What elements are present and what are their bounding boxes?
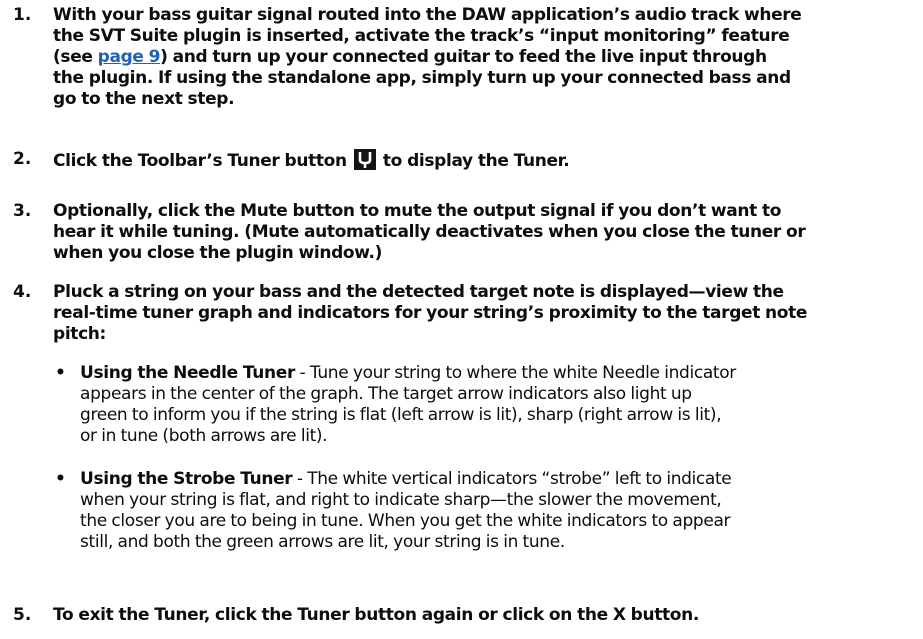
step-number: 5. — [13, 605, 32, 625]
text-line: the plugin. If using the standalone app,… — [53, 68, 791, 88]
text-line: Click the Toolbar’s Tuner button to disp… — [53, 149, 915, 172]
text-fragment: to display the Tuner. — [382, 151, 570, 171]
text-line: when you close the plugin window.) — [53, 243, 383, 263]
text-line: when your string is flat, and right to i… — [80, 490, 722, 510]
text-line: go to the next step. — [53, 89, 235, 109]
text-line: To exit the Tuner, click the Tuner butto… — [53, 605, 699, 625]
text-line: still, and both the green arrows are lit… — [80, 532, 565, 552]
step-number: 2. — [13, 149, 32, 169]
bullet-marker: • — [55, 469, 66, 489]
text-fragment: (see — [53, 47, 98, 67]
step-number: 4. — [13, 282, 32, 302]
bullet-text: Using the Strobe Tuner - The white verti… — [80, 469, 915, 553]
text-line: Using the Strobe Tuner - The white verti… — [80, 469, 915, 490]
text-fragment: - The white vertical indicators “strobe”… — [292, 469, 732, 489]
text-line: pitch: — [53, 324, 107, 344]
text-line: appears in the center of the graph. The … — [80, 384, 692, 404]
bullet-title: Using the Needle Tuner — [80, 363, 295, 383]
text-fragment: ) and turn up your connected guitar to f… — [160, 47, 767, 67]
step-text: With your bass guitar signal routed into… — [53, 5, 915, 110]
text-fragment: Click the Toolbar’s Tuner button — [53, 151, 347, 171]
text-line: Pluck a string on your bass and the dete… — [53, 282, 784, 302]
bullet-text: Using the Needle Tuner - Tune your strin… — [80, 363, 915, 447]
step-number: 1. — [13, 5, 32, 25]
bullet-title: Using the Strobe Tuner — [80, 469, 293, 489]
text-line: the SVT Suite plugin is inserted, activa… — [53, 26, 790, 46]
tuning-fork-icon — [353, 149, 376, 170]
text-line: green to inform you if the string is fla… — [80, 405, 722, 425]
text-line: or in tune (both arrows are lit). — [80, 426, 328, 446]
text-line: Using the Needle Tuner - Tune your strin… — [80, 363, 915, 384]
step-number: 3. — [13, 201, 32, 221]
text-fragment: - Tune your string to where the white Ne… — [295, 363, 737, 383]
step-text: Click the Toolbar’s Tuner button to disp… — [53, 149, 915, 172]
text-line: With your bass guitar signal routed into… — [53, 5, 802, 25]
text-line: (see page 9) and turn up your connected … — [53, 47, 915, 68]
step-text: Optionally, click the Mute button to mut… — [53, 201, 915, 264]
step-text: To exit the Tuner, click the Tuner butto… — [53, 605, 915, 626]
manual-page: 1. With your bass guitar signal routed i… — [0, 0, 923, 639]
bullet-marker: • — [55, 363, 66, 383]
text-line: real-time tuner graph and indicators for… — [53, 303, 808, 323]
page-9-link[interactable]: page 9 — [98, 47, 161, 67]
text-line: the closer you are to being in tune. Whe… — [80, 511, 731, 531]
step-text: Pluck a string on your bass and the dete… — [53, 282, 915, 345]
text-line: hear it while tuning. (Mute automaticall… — [53, 222, 806, 242]
text-line: Optionally, click the Mute button to mut… — [53, 201, 782, 221]
